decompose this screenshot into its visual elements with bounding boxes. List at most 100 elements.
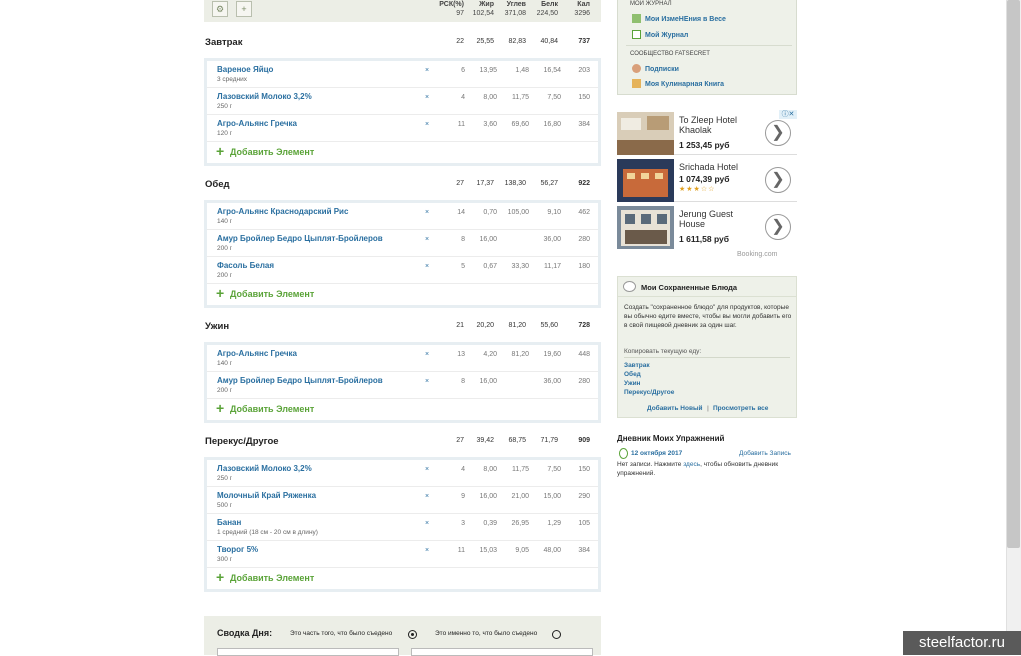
food-cal: 150 (578, 466, 590, 473)
food-portion: 200 г (217, 387, 233, 394)
meal-total-cal: 922 (578, 180, 590, 187)
chevron-right-icon[interactable]: ❯ (765, 167, 791, 193)
food-row: Агро-Альянс Гречка 120 г × 11 3,60 69,60 16,80… (207, 115, 598, 142)
journal-divider (626, 45, 792, 46)
summary-title: Сводка Дня: (217, 628, 273, 638)
remove-item-icon[interactable]: × (425, 209, 429, 216)
food-row: Лазовский Молоко 3,2% 250 г × 4 8,00 11,75 7,5… (207, 88, 598, 115)
my-journal-link[interactable]: Мой Журнал (632, 30, 688, 39)
exercise-date[interactable]: 12 октября 2017 (631, 450, 682, 457)
day-summary: Сводка Дня: Это часть того, что было съе… (204, 616, 601, 656)
food-diary: ⚙ + РСК(%) 97 Жир 102,54 Углев 371,08 Белк 2… (204, 0, 601, 655)
add-exercise-link[interactable]: Добавить Запись (739, 450, 791, 457)
food-name-link[interactable]: Творог 5% (217, 545, 258, 554)
food-row: Фасоль Белая 200 г × 5 0,67 33,30 11,17 180 (207, 257, 598, 284)
ad-price-2: 1 074,39 руб (679, 174, 730, 184)
add-item-button[interactable]: + Добавить Элемент (207, 399, 598, 420)
food-name-link[interactable]: Агро-Альянс Гречка (217, 119, 297, 128)
col-fat: Жир 102,54 (472, 1, 494, 17)
add-item-button[interactable]: + Добавить Элемент (207, 284, 598, 305)
book-icon (632, 79, 641, 88)
remove-item-icon[interactable]: × (425, 94, 429, 101)
food-cal: 280 (578, 236, 590, 243)
add-item-button[interactable]: + Добавить Элемент (207, 568, 598, 589)
weight-changes-link[interactable]: Мои ИзмеНЕния в Весе (632, 14, 726, 23)
add-item-label: Добавить Элемент (230, 404, 315, 414)
plus-icon: + (216, 285, 225, 301)
food-row: Агро-Альянс Краснодарский Рис 140 г × 14 0,7… (207, 203, 598, 230)
weight-changes-label: Мои ИзмеНЕния в Весе (645, 16, 726, 23)
meal-total-carb: 68,75 (508, 437, 526, 444)
view-all-saved-meals[interactable]: Просмотреть все (713, 405, 768, 412)
col-carb: Углев 371,08 (504, 1, 526, 17)
settings-icon[interactable]: ⚙ (212, 1, 228, 17)
food-name-link[interactable]: Амур Бройлер Бедро Цыплят-Бройлеров (217, 234, 383, 243)
exercise-here-link[interactable]: здесь (683, 461, 700, 468)
food-prot: 1,29 (547, 520, 561, 527)
food-rsk: 13 (457, 351, 465, 358)
food-name-link[interactable]: Банан (217, 518, 241, 527)
food-prot: 7,50 (547, 466, 561, 473)
copy-dinner-link[interactable]: Ужин (624, 380, 641, 387)
food-name-link[interactable]: Агро-Альянс Гречка (217, 349, 297, 358)
remove-item-icon[interactable]: × (425, 466, 429, 473)
summary-option-exact-label: Это именно то, что было съедено (435, 630, 538, 637)
ad-hotel-3[interactable]: Jerung Guest House 1 611,58 руб ❯ (617, 204, 797, 249)
copy-snack-link[interactable]: Перекус/Другое (624, 389, 674, 396)
food-name-link[interactable]: Лазовский Молоко 3,2% (217, 92, 312, 101)
add-item-label: Добавить Элемент (230, 573, 315, 583)
food-name-link[interactable]: Вареное Яйцо (217, 65, 273, 74)
meal-total-prot: 55,60 (540, 322, 558, 329)
chevron-right-icon[interactable]: ❯ (765, 214, 791, 240)
food-row: Амур Бройлер Бедро Цыплят-Бройлеров 200 г… (207, 372, 598, 399)
food-name-link[interactable]: Молочный Край Ряженка (217, 491, 316, 500)
remove-item-icon[interactable]: × (425, 493, 429, 500)
remove-item-icon[interactable]: × (425, 67, 429, 74)
food-name-link[interactable]: Фасоль Белая (217, 261, 274, 270)
chart-icon (632, 14, 641, 23)
remove-item-icon[interactable]: × (425, 236, 429, 243)
journal-section-title: Мои журнал (630, 1, 672, 7)
food-name-link[interactable]: Агро-Альянс Краснодарский Рис (217, 207, 348, 216)
scrollbar-thumb[interactable] (1007, 0, 1020, 548)
cookbook-label: Моя Кулинарная Книга (645, 81, 725, 88)
add-item-button[interactable]: + Добавить Элемент (207, 142, 598, 163)
food-prot: 11,17 (544, 263, 561, 270)
remove-item-icon[interactable]: × (425, 263, 429, 270)
ad-hotel-2[interactable]: Srichada Hotel 1 074,39 руб ★★★☆☆ ❯ (617, 157, 797, 202)
meal-total-prot: 71,79 (540, 437, 558, 444)
ad-price-1: 1 253,45 руб (679, 140, 730, 150)
chevron-right-icon[interactable]: ❯ (765, 120, 791, 146)
food-name-link[interactable]: Лазовский Молоко 3,2% (217, 464, 312, 473)
meal-total-fat: 25,55 (476, 38, 494, 45)
remove-item-icon[interactable]: × (425, 547, 429, 554)
add-entry-icon[interactable]: + (236, 1, 252, 17)
remove-item-icon[interactable]: × (425, 351, 429, 358)
food-carb: 105,00 (507, 209, 529, 216)
booking-credit[interactable]: Booking.com (737, 251, 777, 258)
food-carb: 26,95 (511, 520, 529, 527)
food-rsk: 4 (461, 94, 465, 101)
food-name-link[interactable]: Амур Бройлер Бедро Цыплят-Бройлеров (217, 376, 383, 385)
copy-lunch-link[interactable]: Обед (624, 371, 641, 378)
food-prot: 16,54 (543, 67, 561, 74)
remove-item-icon[interactable]: × (425, 121, 429, 128)
add-new-saved-meal[interactable]: Добавить Новый (647, 405, 703, 412)
summary-option-exact-radio[interactable] (552, 630, 561, 639)
meal-total-fat: 17,37 (476, 180, 494, 187)
meal-header-lunch: Обед 27 17,37 138,30 56,27 922 (204, 176, 601, 194)
food-prot: 16,80 (543, 121, 561, 128)
subscriptions-link[interactable]: Подписки (632, 64, 679, 73)
copy-breakfast-link[interactable]: Завтрак (624, 362, 650, 369)
food-rsk: 6 (461, 67, 465, 74)
summary-option-partial-radio[interactable] (408, 630, 417, 639)
diary-header: ⚙ + РСК(%) 97 Жир 102,54 Углев 371,08 Белк 2… (204, 0, 601, 22)
remove-item-icon[interactable]: × (425, 520, 429, 527)
ad-hotel-1[interactable]: To Zleep Hotel Khaolak 1 253,45 руб ❯ (617, 110, 797, 155)
remove-item-icon[interactable]: × (425, 378, 429, 385)
my-journal-label: Мой Журнал (645, 32, 689, 39)
food-fat: 16,00 (479, 493, 497, 500)
meal-title: Завтрак (205, 37, 243, 48)
food-row: Амур Бройлер Бедро Цыплят-Бройлеров 200 г… (207, 230, 598, 257)
cookbook-link[interactable]: Моя Кулинарная Книга (632, 79, 724, 88)
